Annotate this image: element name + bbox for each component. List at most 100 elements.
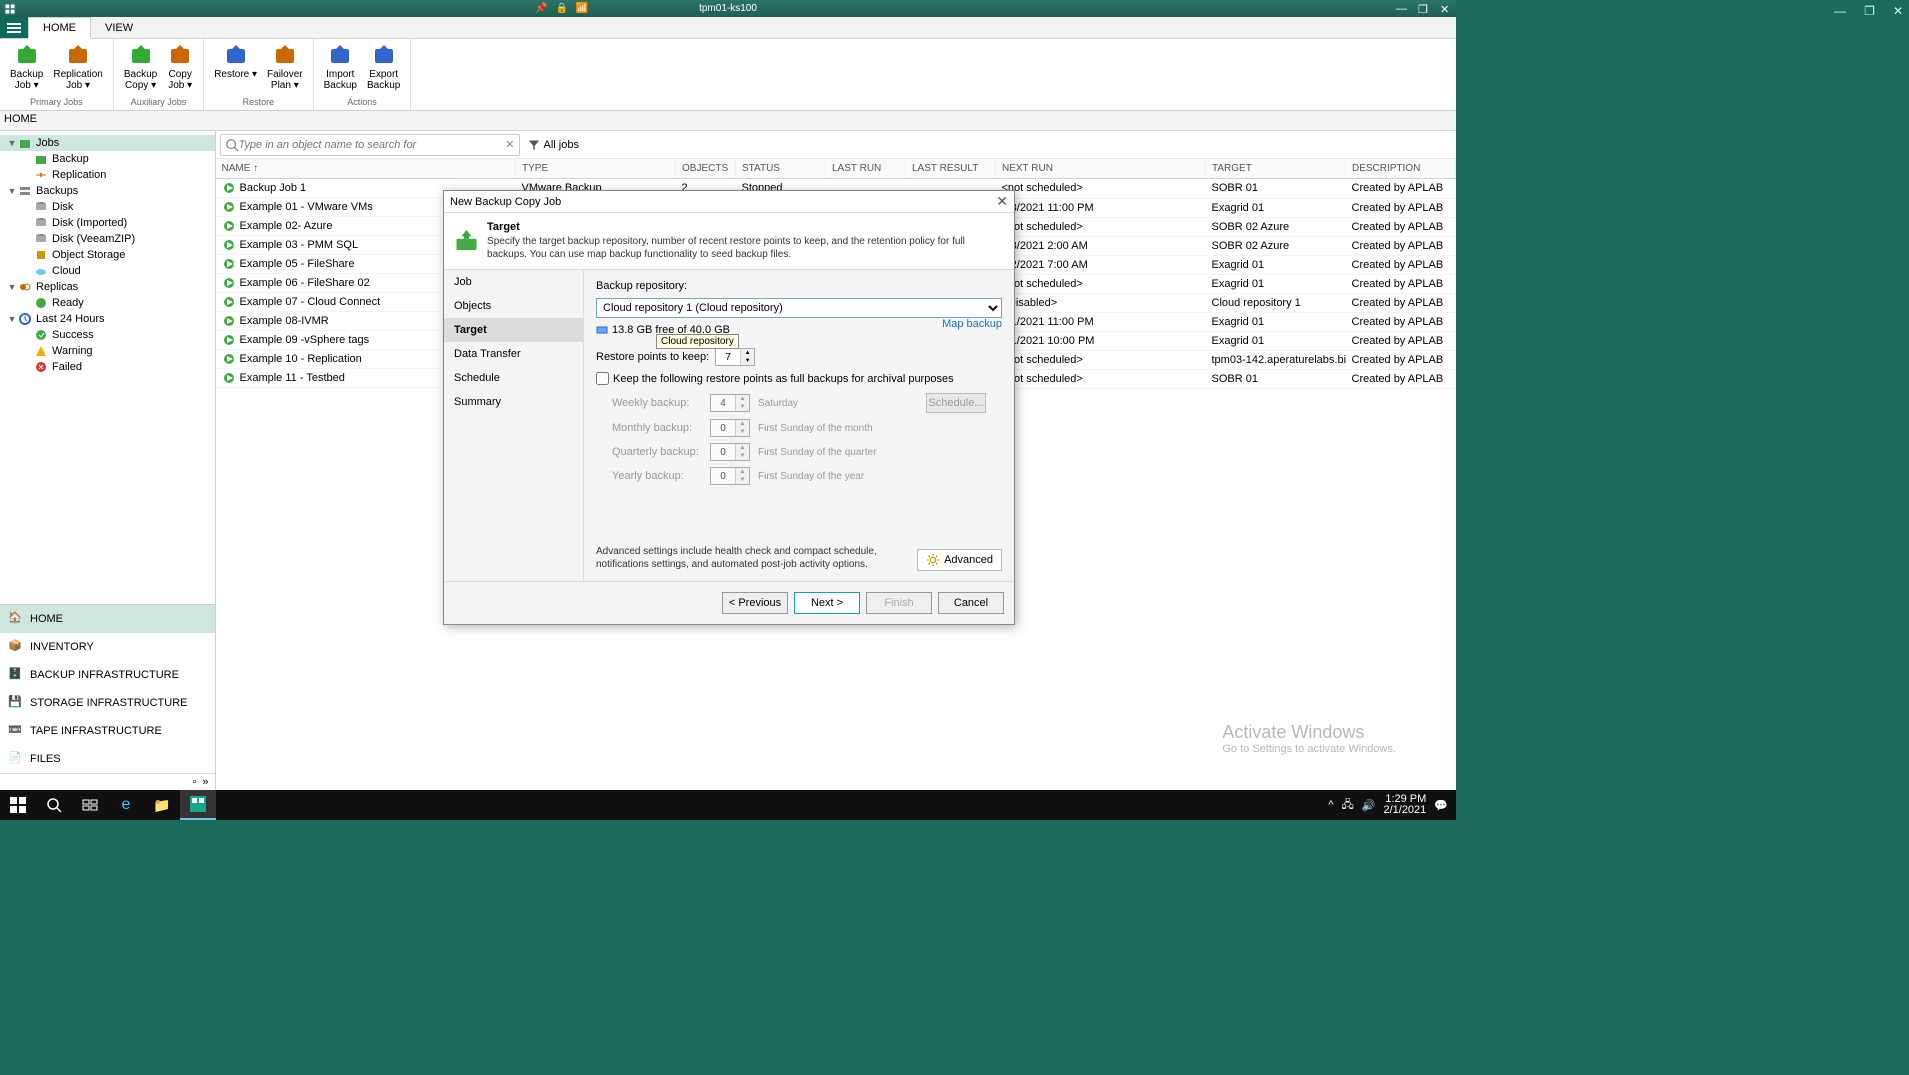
advanced-button[interactable]: Advanced [917, 549, 1002, 571]
spinner-down-icon[interactable]: ▼ [736, 403, 749, 411]
tree-toggle-icon[interactable]: ▼ [6, 138, 18, 148]
taskbar-veeam-button[interactable] [180, 790, 216, 820]
column-header[interactable]: LAST RUN [826, 159, 906, 179]
main-menu-button[interactable] [0, 17, 28, 38]
lock-icon[interactable]: 🔒 [555, 3, 567, 14]
ribbon-button[interactable]: Restore ▾ [210, 41, 261, 96]
spinner-down-icon[interactable]: ▼ [736, 428, 749, 436]
column-header[interactable]: LAST RESULT [906, 159, 996, 179]
ribbon-button[interactable]: Replication Job ▾ [49, 41, 106, 96]
schedule-spinner[interactable]: ▲▼ [710, 443, 750, 461]
nav-item-inventory[interactable]: 📦INVENTORY [0, 633, 215, 661]
taskbar-clock[interactable]: 1:29 PM 2/1/2021 [1383, 794, 1426, 816]
spinner-up-icon[interactable]: ▲ [736, 395, 749, 403]
filter-all-jobs[interactable]: All jobs [528, 139, 579, 151]
sidebar-footer-icon-2[interactable]: » [202, 776, 208, 788]
sidebar-footer-icon-1[interactable]: ▫ [192, 776, 196, 788]
tree-item[interactable]: Ready [0, 295, 215, 311]
tree-item[interactable]: ▼Replicas [0, 279, 215, 295]
remote-close-icon[interactable]: ✕ [1440, 3, 1452, 15]
taskbar-ie-button[interactable]: e [108, 790, 144, 820]
ribbon-button[interactable]: Import Backup [320, 41, 361, 96]
start-button[interactable] [0, 790, 36, 820]
dialog-nav-item[interactable]: Data Transfer [444, 342, 583, 366]
column-header[interactable]: DESCRIPTION [1346, 159, 1456, 179]
schedule-spinner-input[interactable] [711, 468, 735, 484]
tree-item[interactable]: Warning [0, 343, 215, 359]
search-input[interactable] [239, 139, 506, 151]
nav-item-home[interactable]: 🏠HOME [0, 605, 215, 633]
ribbon-button[interactable]: Backup Job ▾ [6, 41, 47, 96]
column-header[interactable]: NEXT RUN [996, 159, 1206, 179]
backup-repository-select[interactable]: Cloud repository 1 (Cloud repository) [596, 298, 1002, 318]
previous-button[interactable]: < Previous [722, 592, 788, 614]
remote-minimize-icon[interactable]: — [1396, 3, 1408, 15]
schedule-spinner-input[interactable] [711, 420, 735, 436]
remote-maximize-icon[interactable]: ❐ [1418, 3, 1430, 15]
tab-home[interactable]: HOME [28, 17, 91, 39]
tree-item[interactable]: ▼Jobs [0, 135, 215, 151]
spinner-up-icon[interactable]: ▲ [741, 349, 754, 357]
schedule-spinner[interactable]: ▲▼ [710, 419, 750, 437]
host-close-icon[interactable]: ✕ [1893, 4, 1903, 18]
nav-item-tape-infra[interactable]: 📼TAPE INFRASTRUCTURE [0, 717, 215, 745]
nav-item-storage-infra[interactable]: 💾STORAGE INFRASTRUCTURE [0, 689, 215, 717]
tree-item[interactable]: ▼Last 24 Hours [0, 311, 215, 327]
cancel-button[interactable]: Cancel [938, 592, 1004, 614]
finish-button[interactable]: Finish [866, 592, 932, 614]
schedule-spinner-input[interactable] [711, 444, 735, 460]
restore-points-input[interactable] [716, 349, 740, 365]
column-header[interactable]: STATUS [736, 159, 826, 179]
dialog-close-icon[interactable]: ✕ [996, 193, 1008, 210]
spinner-down-icon[interactable]: ▼ [736, 476, 749, 484]
spinner-up-icon[interactable]: ▲ [736, 468, 749, 476]
host-maximize-icon[interactable]: ❐ [1864, 4, 1875, 18]
tree-item[interactable]: Failed [0, 359, 215, 375]
tray-volume-icon[interactable]: 🔊 [1362, 799, 1376, 812]
ribbon-button[interactable]: Copy Job ▾ [163, 41, 197, 96]
schedule-spinner[interactable]: ▲▼ [710, 467, 750, 485]
dialog-titlebar[interactable]: New Backup Copy Job ✕ [444, 191, 1014, 213]
tree-item[interactable]: ▼Backups [0, 183, 215, 199]
dialog-nav-item[interactable]: Target [444, 318, 583, 342]
dialog-nav-item[interactable]: Objects [444, 294, 583, 318]
tree-item[interactable]: Disk [0, 199, 215, 215]
spinner-up-icon[interactable]: ▲ [736, 444, 749, 452]
tab-view[interactable]: VIEW [91, 18, 147, 38]
column-header[interactable]: NAME ↑ [216, 159, 516, 179]
map-backup-link[interactable]: Map backup [942, 318, 1002, 330]
nav-item-files[interactable]: 📄FILES [0, 745, 215, 773]
taskbar-explorer-button[interactable]: 📁 [144, 790, 180, 820]
next-button[interactable]: Next > [794, 592, 860, 614]
tree-toggle-icon[interactable]: ▼ [6, 186, 18, 196]
dialog-nav-item[interactable]: Schedule [444, 366, 583, 390]
tree-item[interactable]: Disk (Imported) [0, 215, 215, 231]
schedule-spinner-input[interactable] [711, 395, 735, 411]
schedule-button[interactable]: Schedule... [926, 393, 986, 413]
ribbon-button[interactable]: Export Backup [363, 41, 404, 96]
tree-item[interactable]: Disk (VeeamZIP) [0, 231, 215, 247]
taskbar-search-button[interactable] [36, 790, 72, 820]
spinner-down-icon[interactable]: ▼ [741, 357, 754, 365]
tree-toggle-icon[interactable]: ▼ [6, 314, 18, 324]
tree-item[interactable]: Replication [0, 167, 215, 183]
archival-checkbox[interactable] [596, 372, 609, 385]
tree-item[interactable]: Success [0, 327, 215, 343]
pin-icon[interactable]: 📌 [535, 3, 547, 14]
schedule-spinner[interactable]: ▲▼ [710, 394, 750, 412]
column-header[interactable]: TYPE [516, 159, 676, 179]
search-box[interactable]: ✕ [220, 134, 520, 156]
tray-network-icon[interactable]: 🖧 [1342, 796, 1354, 815]
spinner-down-icon[interactable]: ▼ [736, 452, 749, 460]
column-header[interactable]: OBJECTS [676, 159, 736, 179]
tray-notifications-icon[interactable]: 💬 [1434, 799, 1448, 812]
column-header[interactable]: TARGET [1206, 159, 1346, 179]
restore-points-spinner[interactable]: ▲▼ [715, 348, 755, 366]
task-view-button[interactable] [72, 790, 108, 820]
tree-item[interactable]: Cloud [0, 263, 215, 279]
ribbon-button[interactable]: Failover Plan ▾ [263, 41, 307, 96]
tree-toggle-icon[interactable]: ▼ [6, 282, 18, 292]
dialog-nav-item[interactable]: Job [444, 270, 583, 294]
ribbon-button[interactable]: Backup Copy ▾ [120, 41, 161, 96]
tree-item[interactable]: Object Storage [0, 247, 215, 263]
